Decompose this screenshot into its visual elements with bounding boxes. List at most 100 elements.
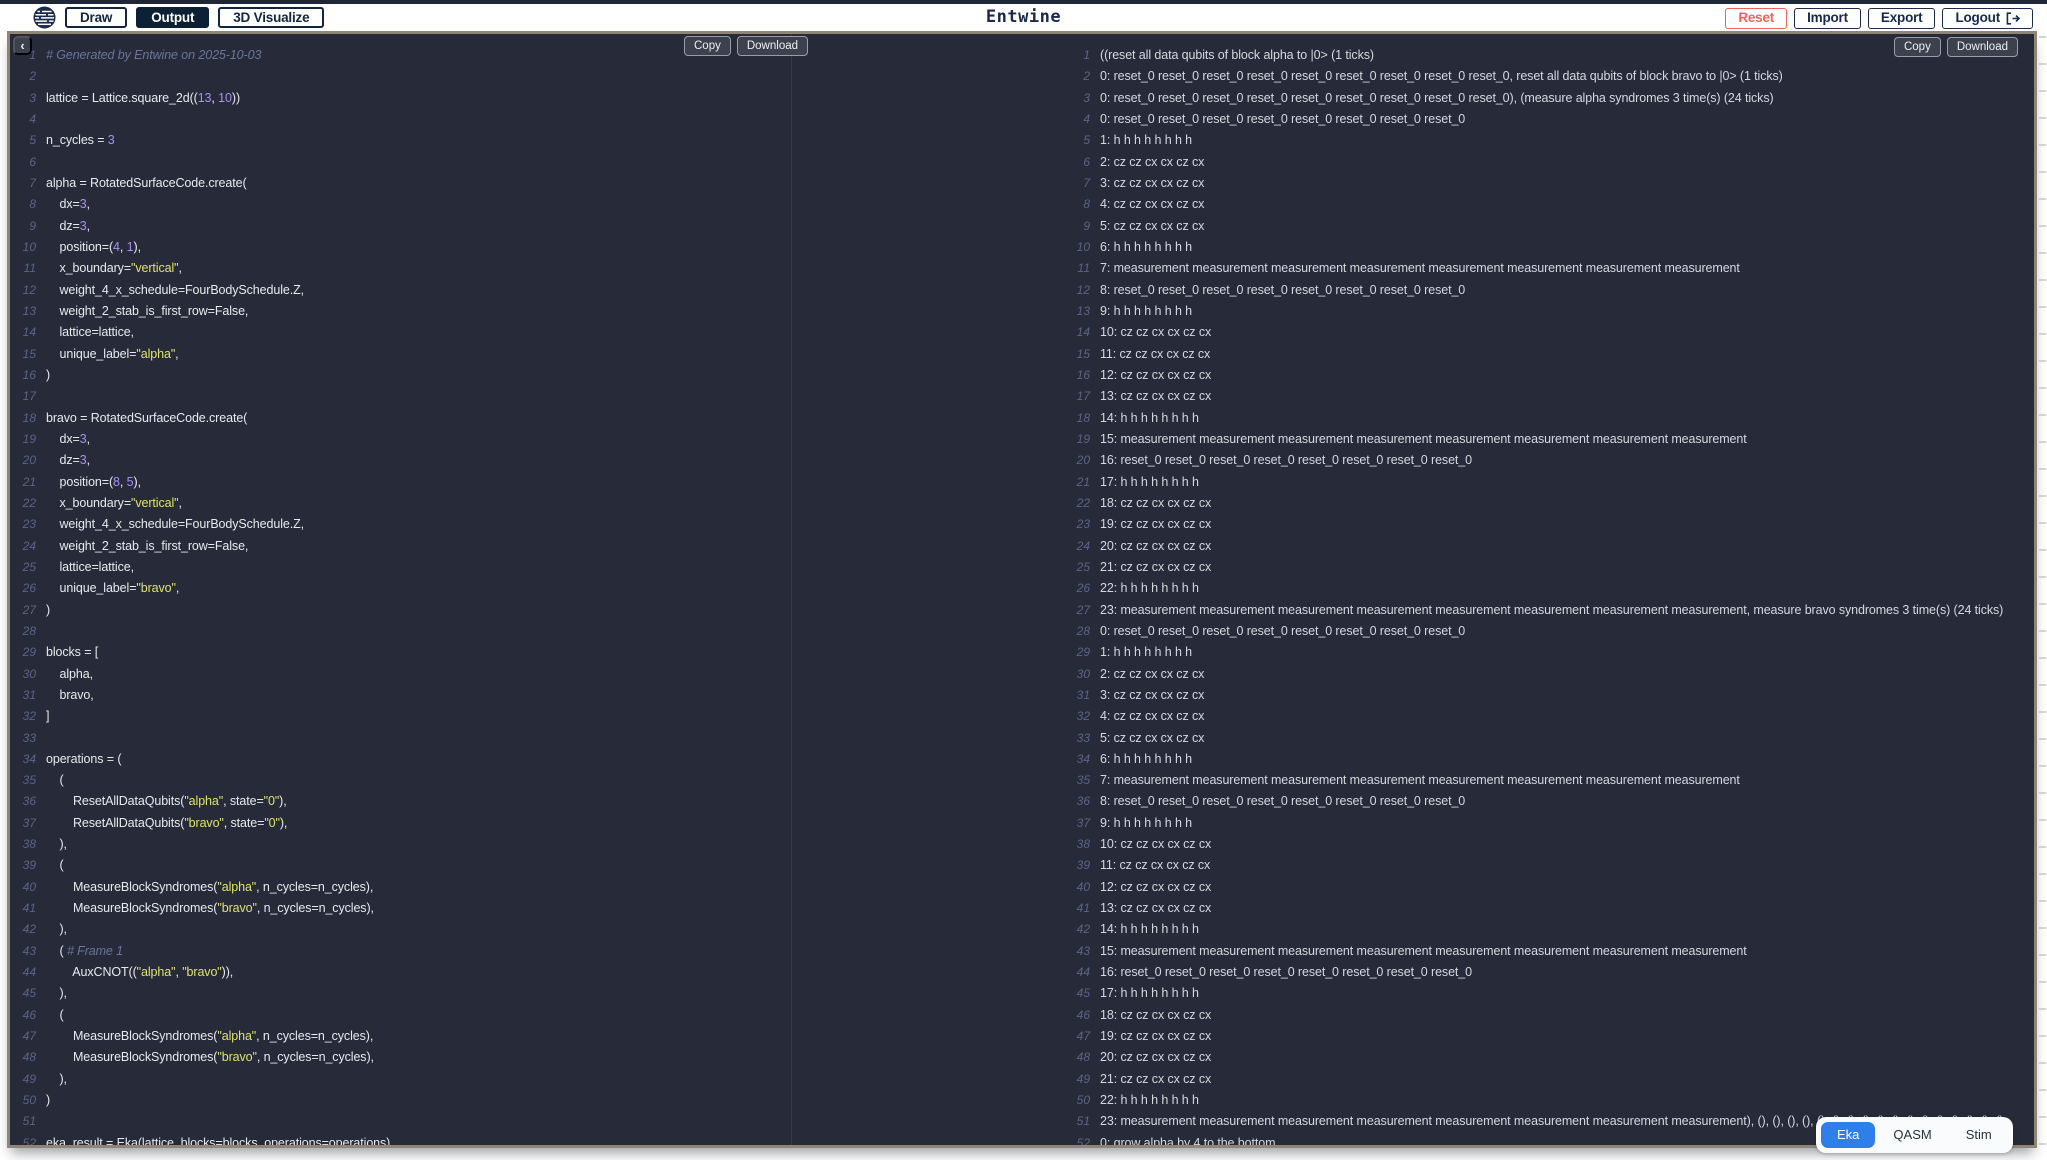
line-number: 32 [1040,706,1090,727]
format-option-qasm[interactable]: QASM [1877,1122,1947,1148]
code-line-text: ), [46,983,67,1004]
code-line: 15 unique_label="alpha", [10,344,790,365]
line-number: 11 [10,258,36,279]
output-line: 73: cz cz cx cx cz cx [1040,173,2034,194]
output-line-text: 0: grow alpha by 4 to the bottom [1100,1133,1275,1148]
line-number: 12 [1040,280,1090,301]
output-line-text: 8: reset_0 reset_0 reset_0 reset_0 reset… [1100,791,1465,812]
output-line: 291: h h h h h h h h [1040,642,2034,663]
code-line-text: blocks = [ [46,642,98,663]
output-line-text: 6: h h h h h h h h [1100,237,1192,258]
code-line: 22 x_boundary="vertical", [10,493,790,514]
output-line-text: 12: cz cz cx cx cz cx [1100,877,1211,898]
line-number: 8 [10,194,36,215]
line-number: 3 [1040,88,1090,109]
code-line: 45 ), [10,983,790,1004]
page-scrollbar[interactable] [2039,36,2046,1150]
output-line: 20: reset_0 reset_0 reset_0 reset_0 rese… [1040,66,2034,87]
output-view[interactable]: 1((reset all data qubits of block alpha … [1040,45,2034,1148]
line-number: 47 [10,1026,36,1047]
output-line: 2420: cz cz cx cx cz cx [1040,536,2034,557]
line-number: 19 [10,429,36,450]
line-number: 44 [1040,962,1090,983]
output-line-text: 16: reset_0 reset_0 reset_0 reset_0 rese… [1100,962,1472,983]
line-number: 6 [10,152,36,173]
output-line: 4921: cz cz cx cx cz cx [1040,1069,2034,1090]
output-line: 4113: cz cz cx cx cz cx [1040,898,2034,919]
output-line-text: 17: h h h h h h h h [1100,472,1199,493]
tab-3d-visualize[interactable]: 3D Visualize [218,7,324,28]
line-number: 16 [1040,365,1090,386]
code-line: 3lattice = Lattice.square_2d((13, 10)) [10,88,790,109]
code-line: 27) [10,600,790,621]
line-number: 15 [1040,344,1090,365]
code-line-text: dz=3, [46,216,90,237]
line-number: 42 [1040,919,1090,940]
code-line-text: n_cycles = 3 [46,130,115,151]
line-number: 40 [10,877,36,898]
topbar: Draw Output 3D Visualize Entwine Reset I… [0,4,2047,31]
code-line: 32] [10,706,790,727]
tab-draw[interactable]: Draw [65,7,127,28]
code-line: 23 weight_4_x_schedule=FourBodySchedule.… [10,514,790,535]
line-number: 36 [1040,791,1090,812]
line-number: 29 [10,642,36,663]
code-line: 26 unique_label="bravo", [10,578,790,599]
output-line-text: 15: measurement measurement measurement … [1100,429,1747,450]
line-number: 48 [10,1047,36,1068]
tab-output[interactable]: Output [136,7,209,28]
format-option-eka[interactable]: Eka [1821,1122,1875,1148]
output-line-text: 8: reset_0 reset_0 reset_0 reset_0 reset… [1100,280,1465,301]
code-line-text: ), [46,1069,67,1090]
line-number: 17 [1040,386,1090,407]
line-number: 3 [10,88,36,109]
output-line-text: 11: cz cz cx cx cz cx [1100,855,1210,876]
code-line: 48 MeasureBlockSyndromes("bravo", n_cycl… [10,1047,790,1068]
line-number: 5 [1040,130,1090,151]
output-line-text: 23: measurement measurement measurement … [1100,600,2003,621]
code-line-text: position=(8, 5), [46,472,141,493]
code-editor[interactable]: 1# Generated by Entwine on 2025-10-0323l… [10,45,790,1148]
output-line-text: 4: cz cz cx cx cz cx [1100,706,1204,727]
code-line: 31 bravo, [10,685,790,706]
output-line-text: 15: measurement measurement measurement … [1100,941,1747,962]
code-line: 18 bravo = RotatedSurfaceCode.create( [10,408,790,429]
page-title: Entwine [986,7,1061,27]
code-line-text: ResetAllDataQubits("alpha", state="0"), [46,791,287,812]
line-number: 49 [10,1069,36,1090]
output-line: 335: cz cz cx cx cz cx [1040,728,2034,749]
code-line-text: ) [46,365,50,386]
code-line: 43 ( # Frame 1 [10,941,790,962]
line-number: 9 [10,216,36,237]
export-button[interactable]: Export [1868,8,1936,29]
output-line-text: 17: h h h h h h h h [1100,983,1199,1004]
output-line-text: 20: cz cz cx cx cz cx [1100,1047,1211,1068]
line-number: 36 [10,791,36,812]
code-line-text: MeasureBlockSyndromes("alpha", n_cycles=… [46,877,373,898]
line-number: 18 [10,408,36,429]
import-button[interactable]: Import [1794,8,1861,29]
output-line: 2521: cz cz cx cx cz cx [1040,557,2034,578]
code-line-text: bravo = RotatedSurfaceCode.create( [46,408,247,429]
output-line: 2723: measurement measurement measuremen… [1040,600,2034,621]
reset-button[interactable]: Reset [1725,8,1787,29]
logout-button[interactable]: Logout [1942,8,2033,29]
code-line-text: ( [46,855,64,876]
line-number: 44 [10,962,36,983]
output-line: 280: reset_0 reset_0 reset_0 reset_0 res… [1040,621,2034,642]
line-number: 34 [1040,749,1090,770]
code-line-text: weight_4_x_schedule=FourBodySchedule.Z, [46,280,304,301]
code-line: 13 weight_2_stab_is_first_row=False, [10,301,790,322]
format-option-stim[interactable]: Stim [1950,1122,2008,1148]
line-number: 40 [1040,877,1090,898]
output-line: 302: cz cz cx cx cz cx [1040,664,2034,685]
line-number: 46 [1040,1005,1090,1026]
code-line-text: dx=3, [46,194,90,215]
line-number: 18 [1040,408,1090,429]
output-line-text: 4: cz cz cx cx cz cx [1100,194,1204,215]
code-line-text: dx=3, [46,429,90,450]
output-line-text: ((reset all data qubits of block alpha t… [1100,45,1374,66]
output-line: 1511: cz cz cx cx cz cx [1040,344,2034,365]
code-line-text: ( [46,1005,64,1026]
code-line: 8 dx=3, [10,194,790,215]
